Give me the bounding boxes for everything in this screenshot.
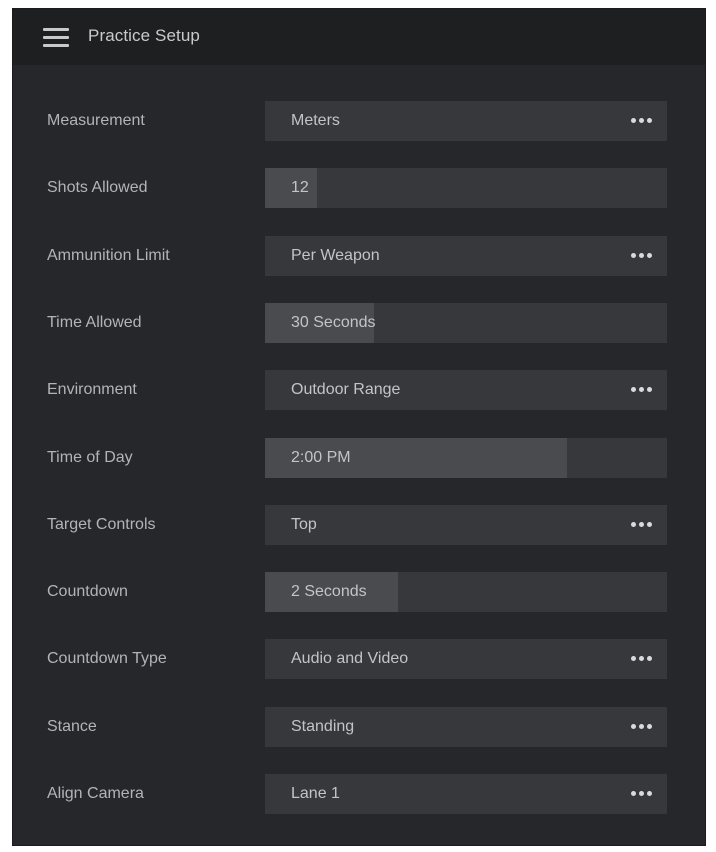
more-options-icon[interactable] xyxy=(629,791,655,797)
setting-label-stance: Stance xyxy=(47,718,97,735)
dropdown-stance[interactable]: Standing xyxy=(265,707,667,747)
more-options-icon[interactable] xyxy=(629,522,655,528)
dropdown-countdown-type[interactable]: Audio and Video xyxy=(265,639,667,679)
dropdown-align-camera[interactable]: Lane 1 xyxy=(265,774,667,814)
setting-value-countdown-type: Audio and Video xyxy=(291,650,409,667)
page-title: Practice Setup xyxy=(88,26,200,45)
setting-row-align-camera: Align Camera Lane 1 xyxy=(13,774,707,814)
slider-shots-allowed[interactable]: 12 xyxy=(265,168,667,208)
setting-label-countdown: Countdown xyxy=(47,583,128,600)
setting-value-environment: Outdoor Range xyxy=(291,381,401,398)
setting-row-countdown: Countdown 2 Seconds xyxy=(13,572,707,612)
setting-row-environment: Environment Outdoor Range xyxy=(13,370,707,410)
setting-value-time-allowed: 30 Seconds xyxy=(291,314,376,331)
setting-value-countdown: 2 Seconds xyxy=(291,583,367,600)
more-options-icon[interactable] xyxy=(629,118,655,124)
setting-row-ammunition-limit: Ammunition Limit Per Weapon xyxy=(13,236,707,276)
setting-row-time-allowed: Time Allowed 30 Seconds xyxy=(13,303,707,343)
setting-label-target-controls: Target Controls xyxy=(47,516,156,533)
dropdown-ammunition-limit[interactable]: Per Weapon xyxy=(265,236,667,276)
more-options-icon[interactable] xyxy=(629,253,655,259)
setting-label-time-of-day: Time of Day xyxy=(47,449,133,466)
setting-label-measurement: Measurement xyxy=(47,112,145,129)
title-bar: Practice Setup xyxy=(13,9,705,65)
setting-row-stance: Stance Standing xyxy=(13,707,707,747)
setting-value-target-controls: Top xyxy=(291,516,317,533)
setting-row-target-controls: Target Controls Top xyxy=(13,505,707,545)
setting-row-countdown-type: Countdown Type Audio and Video xyxy=(13,639,707,679)
slider-countdown[interactable]: 2 Seconds xyxy=(265,572,667,612)
setting-value-align-camera: Lane 1 xyxy=(291,785,340,802)
setting-row-measurement: Measurement Meters xyxy=(13,101,707,141)
setting-value-shots-allowed: 12 xyxy=(291,179,309,196)
more-options-icon[interactable] xyxy=(629,724,655,730)
more-options-icon[interactable] xyxy=(629,656,655,662)
dropdown-environment[interactable]: Outdoor Range xyxy=(265,370,667,410)
dropdown-target-controls[interactable]: Top xyxy=(265,505,667,545)
dropdown-measurement[interactable]: Meters xyxy=(265,101,667,141)
slider-time-allowed[interactable]: 30 Seconds xyxy=(265,303,667,343)
setting-label-environment: Environment xyxy=(47,381,137,398)
setting-label-countdown-type: Countdown Type xyxy=(47,650,167,667)
setting-value-measurement: Meters xyxy=(291,112,340,129)
setting-label-shots-allowed: Shots Allowed xyxy=(47,179,148,196)
setting-row-time-of-day: Time of Day 2:00 PM xyxy=(13,438,707,478)
setting-label-time-allowed: Time Allowed xyxy=(47,314,142,331)
setting-row-shots-allowed: Shots Allowed 12 xyxy=(13,168,707,208)
setting-value-ammunition-limit: Per Weapon xyxy=(291,247,380,264)
practice-setup-window: Practice Setup Measurement Meters Shots Al… xyxy=(12,8,706,846)
hamburger-menu-icon[interactable] xyxy=(43,28,69,47)
setting-label-align-camera: Align Camera xyxy=(47,785,144,802)
setting-value-time-of-day: 2:00 PM xyxy=(291,449,351,466)
more-options-icon[interactable] xyxy=(629,387,655,393)
slider-time-of-day[interactable]: 2:00 PM xyxy=(265,438,667,478)
setting-label-ammunition-limit: Ammunition Limit xyxy=(47,247,170,264)
setting-value-stance: Standing xyxy=(291,718,355,735)
